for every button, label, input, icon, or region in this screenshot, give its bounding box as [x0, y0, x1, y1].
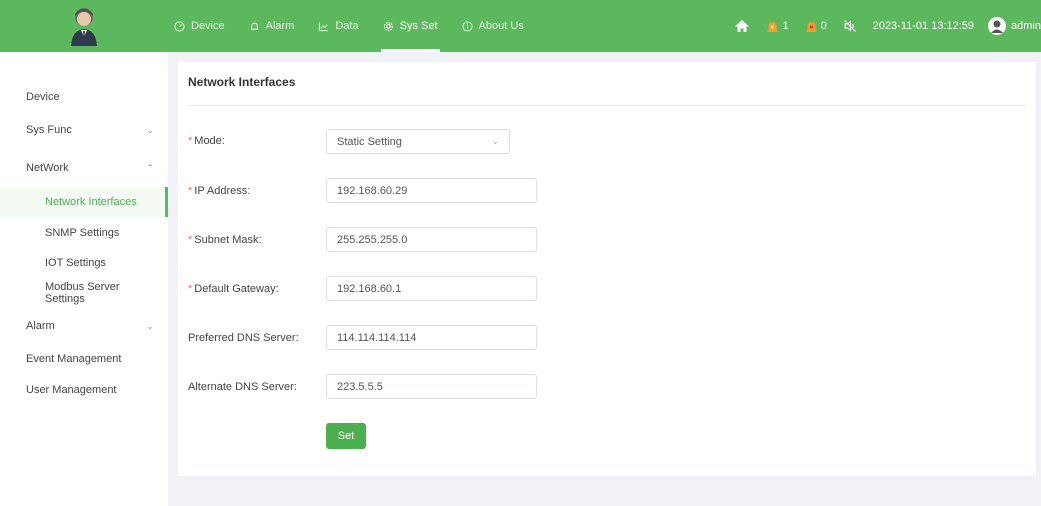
subnet-mask-field[interactable]: 255.255.255.0 [326, 227, 537, 252]
nav-label: Device [191, 20, 225, 32]
ip-address-field[interactable]: 192.168.60.29 [326, 178, 537, 203]
field-label: IP Address: [194, 185, 251, 197]
sidebar-item-label: Device [26, 91, 60, 103]
select-value: Static Setting [337, 135, 402, 148]
nav-label: Alarm [265, 20, 295, 32]
avatar-icon [988, 17, 1007, 35]
nav-device[interactable]: Device [162, 0, 237, 52]
header-status: 1 0 2023-11-01 13:12:59 admin [734, 0, 1041, 52]
nav-label: About Us [478, 20, 524, 32]
nav-sys-set[interactable]: Sys Set [371, 0, 450, 52]
default-gateway-field[interactable]: 192.168.60.1 [326, 276, 537, 301]
sidebar-item-label: IOT Settings [45, 257, 106, 269]
datetime: 2023-11-01 13:12:59 [872, 20, 975, 32]
home-button[interactable] [734, 19, 750, 33]
sidebar-item-modbus-server-settings[interactable]: Modbus Server Settings [0, 278, 168, 308]
field-label: Subnet Mask: [194, 234, 262, 246]
dashboard-icon [174, 20, 185, 32]
alarm-count: 1 [782, 20, 789, 32]
mode-select[interactable]: Static Setting ⌄ [326, 129, 510, 154]
nav-label: Data [335, 20, 359, 32]
required-marker: * [188, 185, 193, 197]
sidebar: Device Sys Func ⌄ NetWork ⌃ Network Inte… [0, 52, 168, 506]
chevron-up-icon: ⌃ [146, 162, 154, 173]
mute-button[interactable] [843, 19, 857, 33]
network-interfaces-card: Network Interfaces * Mode: Static Setting… [178, 62, 1036, 476]
sidebar-item-snmp-settings[interactable]: SNMP Settings [0, 218, 168, 248]
sidebar-item-device[interactable]: Device [0, 82, 168, 112]
field-label: Alternate DNS Server: [188, 381, 297, 393]
user-menu[interactable]: admin [988, 17, 1041, 35]
required-marker: * [188, 135, 193, 147]
alarm-badge-2[interactable]: 0 [805, 20, 827, 33]
mute-icon [843, 20, 856, 32]
required-marker: * [188, 283, 193, 295]
sidebar-item-alarm[interactable]: Alarm ⌄ [0, 311, 168, 341]
alternate-dns-label: Alternate DNS Server: [188, 381, 297, 393]
logo [0, 0, 167, 52]
home-icon [735, 20, 750, 32]
alarm-bell-icon [806, 21, 817, 32]
alarm-bell-icon [767, 21, 778, 32]
required-marker: * [188, 234, 193, 246]
sidebar-item-label: User Management [26, 384, 117, 396]
field-label: Preferred DNS Server: [188, 332, 299, 344]
default-gateway-label: * Default Gateway: [188, 283, 279, 295]
mode-label: * Mode: [188, 135, 225, 147]
sidebar-item-label: NetWork [26, 162, 69, 174]
gear-icon [383, 21, 394, 32]
sidebar-item-network-interfaces[interactable]: Network Interfaces [0, 187, 168, 217]
sidebar-item-label: Modbus Server Settings [45, 281, 120, 305]
bell-icon [249, 21, 260, 32]
ip-address-label: * IP Address: [188, 185, 250, 197]
chevron-down-icon: ⌄ [146, 124, 154, 135]
sidebar-item-event-management[interactable]: Event Management [0, 344, 168, 374]
nav-data[interactable]: Data [306, 0, 370, 52]
sidebar-item-label: SNMP Settings [45, 227, 120, 239]
alternate-dns-field[interactable]: 223.5.5.5 [326, 374, 537, 399]
chevron-down-icon: ⌄ [491, 136, 499, 146]
line-chart-icon [318, 21, 329, 32]
preferred-dns-label: Preferred DNS Server: [188, 332, 299, 344]
sidebar-item-user-management[interactable]: User Management [0, 375, 168, 405]
info-icon [461, 20, 473, 32]
user-logo-icon [70, 8, 97, 46]
sidebar-item-label: Alarm [26, 320, 55, 332]
sidebar-item-label: Network Interfaces [45, 196, 137, 208]
field-label: Default Gateway: [194, 283, 279, 295]
field-label: Mode: [194, 135, 225, 147]
nav-label: Sys Set [399, 20, 438, 32]
nav-about-us[interactable]: About Us [450, 0, 536, 52]
sidebar-item-sys-func[interactable]: Sys Func ⌄ [0, 115, 168, 145]
alarm-badge-1[interactable]: 1 [766, 20, 789, 33]
nav-alarm[interactable]: Alarm [237, 0, 307, 52]
sidebar-item-label: Event Management [26, 353, 122, 365]
sidebar-item-label: Sys Func [26, 124, 72, 136]
set-button[interactable]: Set [326, 423, 366, 449]
divider [188, 105, 1026, 106]
preferred-dns-field[interactable]: 114.114.114.114 [326, 325, 537, 350]
page-title: Network Interfaces [188, 75, 296, 89]
username: admin [1011, 20, 1041, 32]
alarm-count: 0 [820, 20, 827, 32]
main-nav: Device Alarm Data Sys Set About Us [162, 0, 536, 52]
top-bar: Device Alarm Data Sys Set About Us 1 0 2… [0, 0, 1041, 52]
chevron-down-icon: ⌄ [146, 320, 154, 331]
sidebar-item-network[interactable]: NetWork ⌃ [0, 153, 168, 183]
sidebar-item-iot-settings[interactable]: IOT Settings [0, 248, 168, 278]
subnet-mask-label: * Subnet Mask: [188, 234, 262, 246]
